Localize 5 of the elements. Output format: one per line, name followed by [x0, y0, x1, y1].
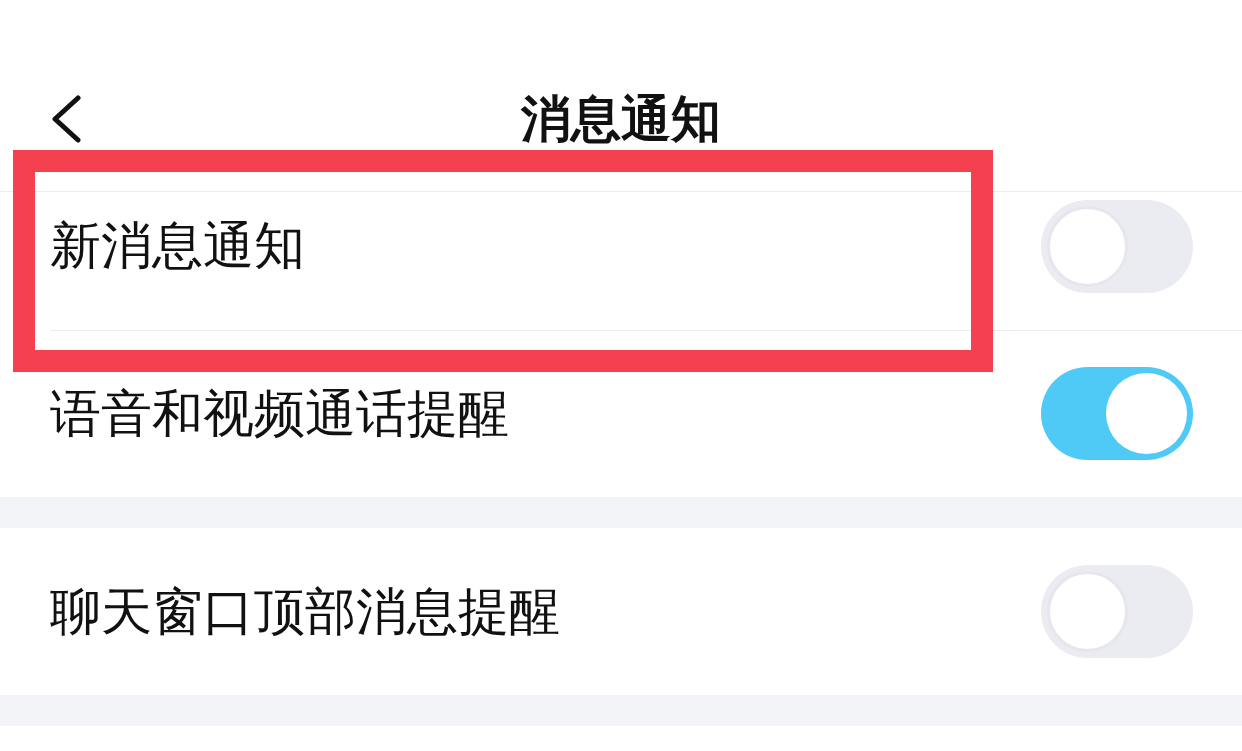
back-chevron-icon — [49, 95, 83, 143]
setting-label: 聊天窗口顶部消息提醒 — [50, 581, 560, 642]
page-title: 消息通知 — [521, 89, 721, 149]
setting-label: 新消息通知 — [50, 216, 305, 276]
setting-label: 语音和视频通话提醒 — [50, 383, 509, 444]
